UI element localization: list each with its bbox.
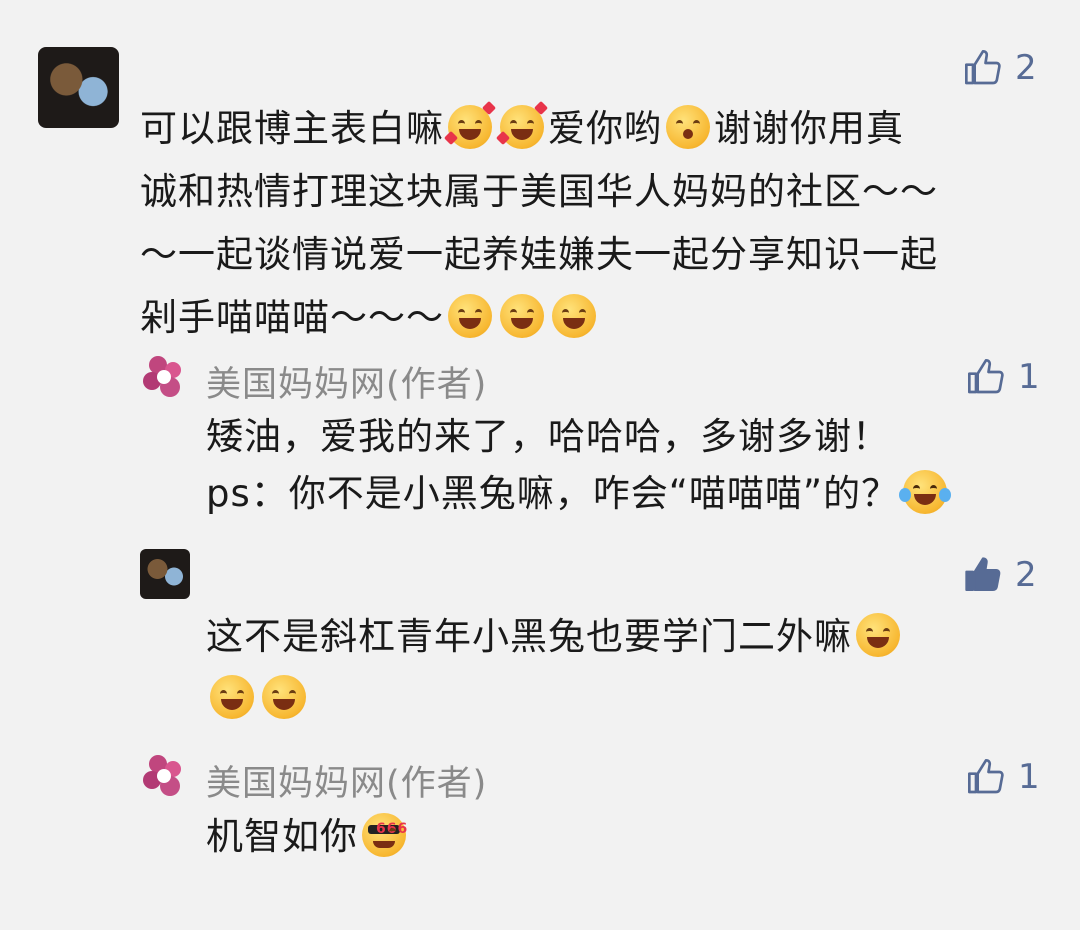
reply-text: 机智如你 666: [206, 813, 409, 858]
thumbs-up-icon: [966, 757, 1006, 797]
like-button[interactable]: 2: [963, 555, 1037, 595]
like-count: 2: [1015, 48, 1037, 88]
like-count: 2: [1015, 555, 1037, 595]
comment-text: 这不是斜杠青年小黑兔也要学门二外嘛: [206, 606, 1046, 730]
author-logo[interactable]: [140, 353, 188, 401]
thumbs-up-filled-icon: [963, 555, 1003, 595]
thumbs-up-icon: [963, 48, 1003, 88]
smiling-hearts-emoji-icon: [443, 100, 497, 149]
grin-emoji-icon: [448, 294, 492, 338]
like-count: 1: [1018, 757, 1040, 797]
like-button[interactable]: 1: [966, 357, 1040, 397]
tears-of-joy-emoji-icon: [899, 470, 952, 514]
author-name[interactable]: 美国妈妈网(作者): [206, 356, 487, 407]
grin-emoji-icon: [856, 613, 900, 657]
avatar[interactable]: [38, 47, 119, 128]
thumbs-up-icon: [966, 357, 1006, 397]
grin-emoji-icon: [262, 675, 306, 719]
avatar[interactable]: [140, 549, 190, 599]
reply-text: 矮油，爱我的来了，哈哈哈，多谢多谢！ ps：你不是小黑兔嘛，咋会“喵喵喵”的？: [206, 408, 1046, 522]
cool-666-emoji-icon: 666: [362, 813, 407, 857]
like-button[interactable]: 2: [963, 48, 1037, 88]
grin-emoji-icon: [210, 675, 254, 719]
like-button[interactable]: 1: [966, 757, 1040, 797]
like-count: 1: [1018, 357, 1040, 397]
kiss-emoji-icon: [666, 105, 710, 149]
author-name[interactable]: 美国妈妈网(作者): [206, 755, 487, 806]
grin-emoji-icon: [552, 294, 596, 338]
author-logo[interactable]: [140, 752, 188, 800]
grin-emoji-icon: [500, 294, 544, 338]
smiling-hearts-emoji-icon: [495, 100, 549, 149]
comment-text: 可以跟博主表白嘛 爱你哟 谢谢你用真 诚和热情打理这块属于美国华人妈妈的社区～～ ～…: [140, 97, 1040, 349]
